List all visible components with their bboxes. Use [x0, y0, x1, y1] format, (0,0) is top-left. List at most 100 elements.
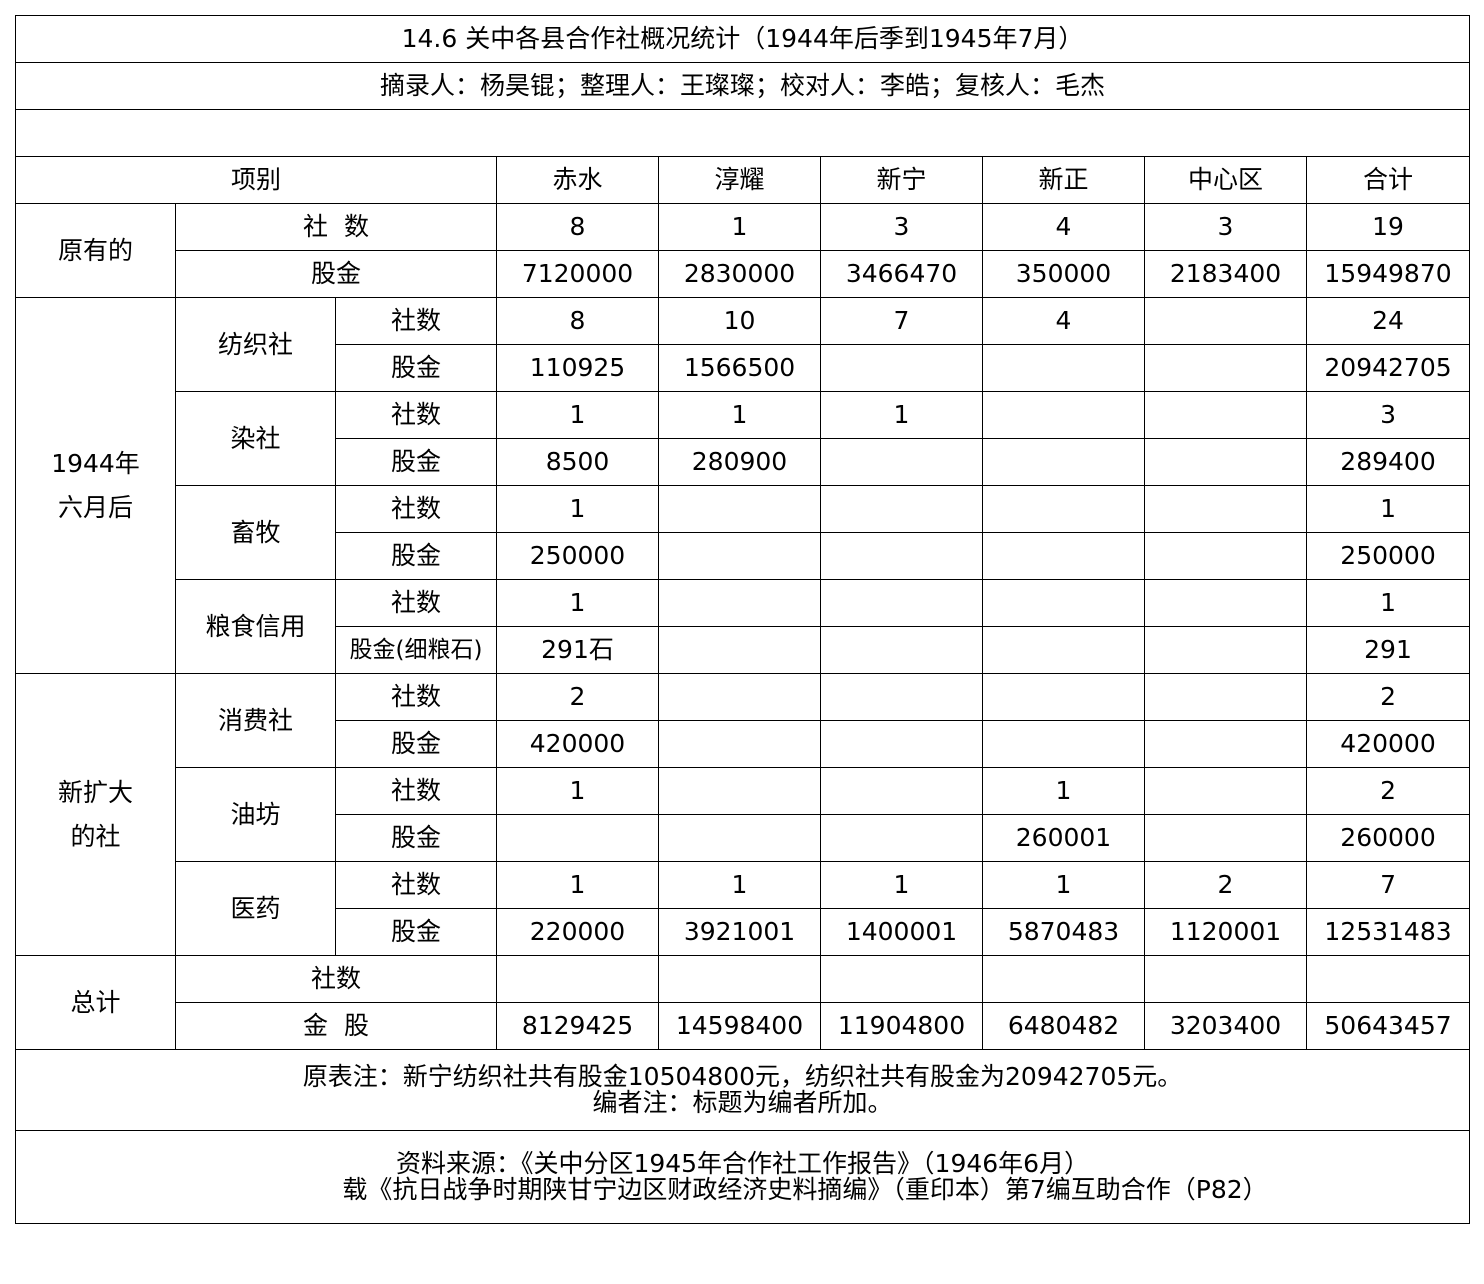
row-label: 社数 [335, 673, 497, 721]
source-cell: 资料来源：《关中分区1945年合作社工作报告》（1946年6月） 载《抗日战争时… [14, 1130, 1471, 1224]
data-cell: 1 [658, 391, 821, 439]
data-cell: 291石 [496, 626, 659, 674]
subgroup-label: 畜牧 [175, 485, 336, 580]
data-cell [982, 344, 1145, 392]
credits-row: 摘录人：杨昊锟；整理人：王璨璨；校对人：李皓；复核人：毛杰 [14, 62, 1471, 110]
data-cell [820, 767, 983, 815]
data-cell [658, 673, 821, 721]
table-row: 粮食信用 社数 1 1 [16, 579, 1471, 674]
table-title: 14.6 关中各县合作社概况统计（1944年后季到1945年7月） [14, 15, 1471, 63]
data-cell: 1400001 [820, 908, 983, 956]
data-cell [820, 344, 983, 392]
data-cell: 1 [658, 861, 821, 909]
data-cell: 1566500 [658, 344, 821, 392]
row-label: 股金 [335, 908, 497, 956]
row-label: 股金 [335, 814, 497, 862]
data-cell: 3466470 [820, 250, 983, 298]
data-cell: 1 [496, 861, 659, 909]
data-cell: 8 [496, 203, 659, 251]
data-cell: 2 [496, 673, 659, 721]
data-cell: 291 [1305, 626, 1471, 674]
data-cell: 15949870 [1305, 250, 1471, 298]
data-cell [982, 579, 1145, 627]
notes-cell: 原表注：新宁纺织社共有股金10504800元，纺织社共有股金为20942705元… [14, 1049, 1471, 1131]
source-row: 资料来源：《关中分区1945年合作社工作报告》（1946年6月） 载《抗日战争时… [14, 1130, 1471, 1224]
data-cell [1144, 673, 1307, 721]
group-label-text: 新扩大的社 [57, 777, 133, 851]
data-cell: 8500 [496, 438, 659, 486]
data-cell: 420000 [1305, 720, 1471, 768]
group-label-total: 总计 [15, 955, 176, 1050]
data-cell: 7 [1305, 861, 1471, 909]
data-cell [820, 626, 983, 674]
data-cell: 2 [1144, 861, 1307, 909]
cooperative-statistics-table: 14.6 关中各县合作社概况统计（1944年后季到1945年7月） 摘录人：杨昊… [14, 15, 1471, 1224]
row-label: 社 数 [175, 203, 497, 251]
data-cell [820, 814, 983, 862]
data-cell [1144, 391, 1307, 439]
data-cell: 20942705 [1305, 344, 1471, 392]
data-cell [1305, 955, 1471, 1003]
data-cell: 1 [982, 767, 1145, 815]
table-row: 金 股 8129425 14598400 11904800 6480482 32… [16, 1002, 1471, 1050]
data-cell [820, 720, 983, 768]
subgroup-label: 粮食信用 [175, 579, 336, 674]
data-cell [982, 626, 1145, 674]
data-cell [658, 767, 821, 815]
data-cell [1144, 438, 1307, 486]
header-col: 新正 [982, 156, 1145, 204]
data-cell: 250000 [496, 532, 659, 580]
data-cell [658, 626, 821, 674]
header-row: 项别 赤水 淳耀 新宁 新正 中心区 合计 [15, 156, 1471, 204]
data-cell: 7 [820, 297, 983, 345]
data-cell: 260000 [1305, 814, 1471, 862]
data-cell [658, 532, 821, 580]
source-line-1: 资料来源：《关中分区1945年合作社工作报告》（1946年6月） [395, 1149, 1090, 1178]
table-row: 1944年六月后 纺织社 社数 8 10 7 4 24 [15, 297, 1471, 674]
table-row: 医药 社数 1 1 1 1 2 7 [16, 861, 1471, 956]
data-cell [1144, 485, 1307, 533]
data-cell [496, 814, 659, 862]
data-cell: 2 [1305, 673, 1471, 721]
row-label: 金 股 [175, 1002, 497, 1050]
data-cell [982, 720, 1145, 768]
data-cell: 8 [496, 297, 659, 345]
header-col: 赤水 [496, 156, 659, 204]
data-cell: 250000 [1305, 532, 1471, 580]
subgroup-label: 油坊 [175, 767, 336, 862]
data-cell: 4 [982, 203, 1145, 251]
row-label: 社数 [335, 485, 497, 533]
data-cell [1144, 344, 1307, 392]
table-row: 油坊 社数 1 1 2 [16, 767, 1471, 862]
data-cell: 6480482 [982, 1002, 1145, 1050]
header-col: 淳耀 [658, 156, 821, 204]
data-cell: 420000 [496, 720, 659, 768]
data-cell: 3 [1144, 203, 1307, 251]
table-row: 畜牧 社数 1 1 [16, 485, 1471, 580]
data-cell: 1 [658, 203, 821, 251]
header-col: 合计 [1305, 156, 1471, 204]
data-cell [982, 485, 1145, 533]
data-cell [1144, 767, 1307, 815]
data-cell [820, 532, 983, 580]
data-cell: 2830000 [658, 250, 821, 298]
data-cell: 8129425 [496, 1002, 659, 1050]
data-cell [820, 579, 983, 627]
data-cell [1144, 626, 1307, 674]
credits: 摘录人：杨昊锟；整理人：王璨璨；校对人：李皓；复核人：毛杰 [14, 62, 1471, 110]
data-cell: 260001 [982, 814, 1145, 862]
data-cell [658, 814, 821, 862]
data-cell [1144, 532, 1307, 580]
row-label: 社数 [335, 861, 497, 909]
data-cell: 4 [982, 297, 1145, 345]
blank-row [14, 109, 1471, 157]
data-cell [982, 438, 1145, 486]
row-label: 股金 [335, 344, 497, 392]
data-cell [820, 955, 983, 1003]
data-cell [658, 720, 821, 768]
header-col: 新宁 [820, 156, 983, 204]
row-label: 股金 [335, 438, 497, 486]
data-cell: 14598400 [658, 1002, 821, 1050]
source-line-2: 载《抗日战争时期陕甘宁边区财政经济史料摘编》（重印本）第7编互助合作（P82） [342, 1175, 1268, 1204]
data-cell: 1 [496, 391, 659, 439]
